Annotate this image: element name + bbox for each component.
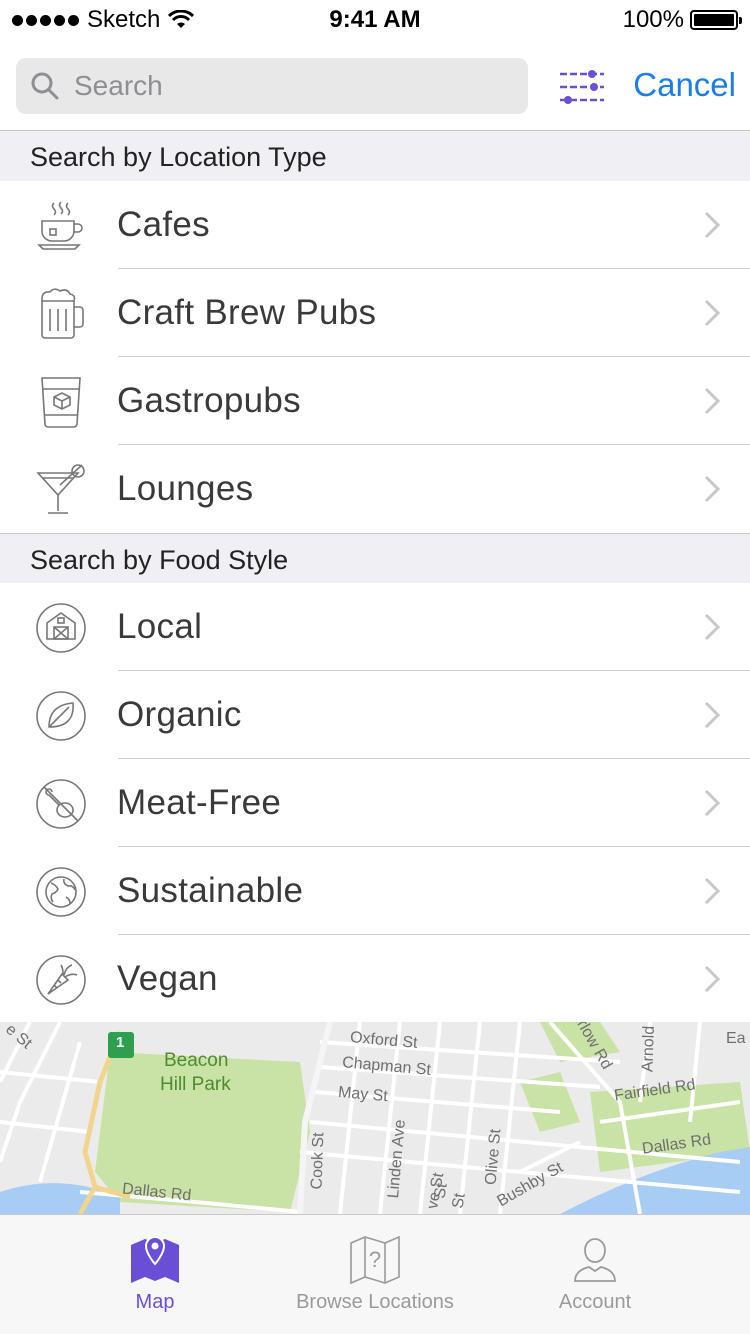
section-header-location-type: Search by Location Type (0, 131, 750, 181)
user-icon (574, 1238, 616, 1282)
list-item-cafes[interactable]: Cafes (0, 181, 750, 269)
map-label: Arnold (639, 1025, 658, 1073)
map-pin-icon (131, 1235, 179, 1283)
tab-label: Account (558, 1291, 632, 1313)
coffee-cup-icon (37, 201, 83, 250)
search-icon (31, 72, 59, 100)
map-label: Hill Park (160, 1074, 231, 1095)
chevron-right-icon (704, 965, 720, 993)
chevron-right-icon (704, 475, 720, 503)
status-bar: Sketch 9:41 AM 100% (0, 0, 750, 40)
list-item-lounges[interactable]: Lounges (0, 445, 750, 533)
no-meat-icon (36, 779, 86, 829)
chevron-right-icon (704, 789, 720, 817)
map-label: Beacon (164, 1050, 229, 1071)
cocktail-glass-icon (36, 464, 85, 514)
chevron-right-icon (704, 877, 720, 905)
map-label: St (449, 1191, 469, 1210)
map-view[interactable]: 1 Oxford St Chapman St May St Beacon Hil… (0, 1022, 750, 1214)
list-item-label: Vegan (117, 959, 218, 998)
barn-icon (36, 603, 86, 653)
carrot-icon (36, 955, 86, 1005)
battery-percent: 100% (622, 6, 684, 33)
list-item-sustainable[interactable]: Sustainable (0, 847, 750, 935)
tab-label: Browse Locations (296, 1291, 454, 1313)
beer-mug-icon (41, 288, 84, 339)
leaf-icon (36, 691, 86, 741)
list-item-label: Sustainable (117, 871, 304, 910)
globe-icon (36, 867, 86, 917)
tab-label: Map (135, 1291, 175, 1313)
chevron-right-icon (704, 211, 720, 239)
rocks-glass-icon (41, 377, 81, 428)
chevron-right-icon (704, 299, 720, 327)
map-label: Ea (726, 1030, 746, 1047)
list-item-craft-brew-pubs[interactable]: Craft Brew Pubs (0, 269, 750, 357)
search-row: Cancel (16, 58, 736, 114)
filter-sliders-icon[interactable] (556, 68, 608, 108)
list-item-label: Craft Brew Pubs (117, 293, 377, 332)
chevron-right-icon (704, 613, 720, 641)
chevron-right-icon (704, 701, 720, 729)
chevron-right-icon (704, 387, 720, 415)
list-item-label: Cafes (117, 205, 210, 244)
list-item-label: Local (117, 607, 203, 646)
tab-map[interactable]: Map (55, 1215, 255, 1334)
list-item-label: Gastropubs (117, 381, 301, 420)
map-badge: 1 (116, 1034, 125, 1051)
list-item-label: Lounges (117, 469, 254, 508)
list-item-label: Organic (117, 695, 242, 734)
tab-account[interactable]: Account (495, 1215, 695, 1334)
search-input[interactable] (74, 70, 494, 102)
list-item-local[interactable]: Local (0, 583, 750, 671)
map-label: Cook St (308, 1132, 328, 1190)
battery-info: 100% (622, 6, 742, 34)
list-item-gastropubs[interactable]: Gastropubs (0, 357, 750, 445)
search-bar[interactable] (16, 58, 528, 114)
list-item-organic[interactable]: Organic (0, 671, 750, 759)
tab-bar: Map ? Browse Locations Account (0, 1214, 750, 1334)
cancel-button[interactable]: Cancel (633, 66, 736, 104)
list-item-meat-free[interactable]: Meat-Free (0, 759, 750, 847)
map-question-icon: ? (350, 1235, 400, 1285)
list-item-label: Meat-Free (117, 783, 282, 822)
tab-browse-locations[interactable]: ? Browse Locations (275, 1215, 475, 1334)
list-item-vegan[interactable]: Vegan (0, 935, 750, 1023)
section-header-food-style: Search by Food Style (0, 533, 750, 583)
svg-text:?: ? (369, 1247, 381, 1272)
battery-icon (690, 10, 742, 30)
map-background (0, 1022, 750, 1214)
